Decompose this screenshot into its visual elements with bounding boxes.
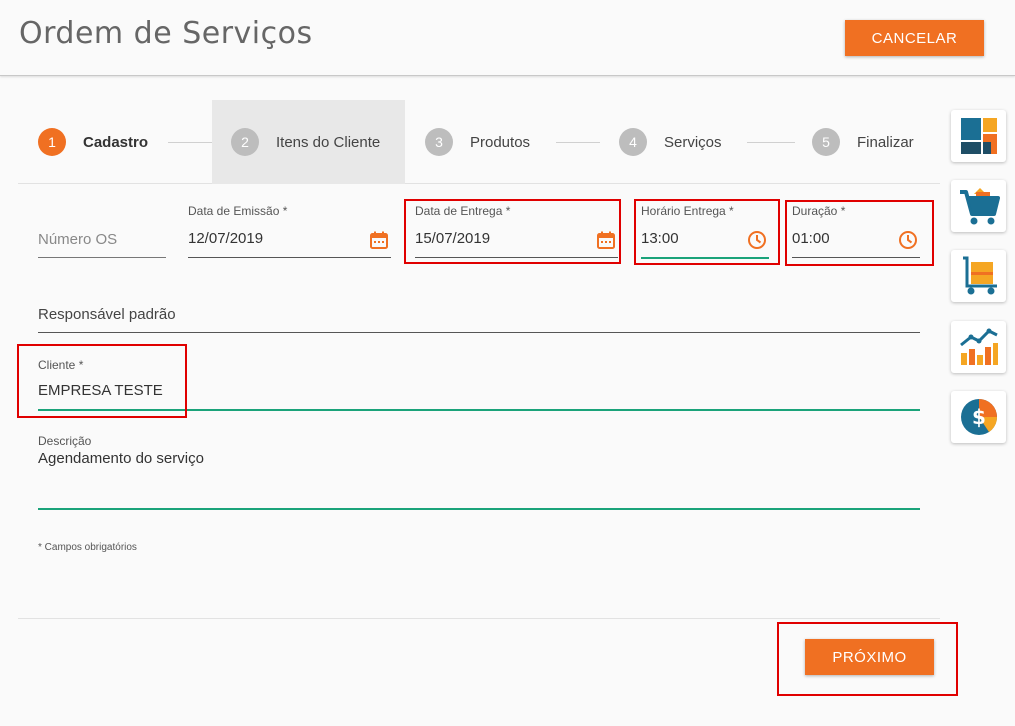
highlight-box-data-entrega: [404, 199, 621, 264]
step-label: Itens do Cliente: [276, 133, 381, 151]
highlight-box-proximo: [777, 622, 958, 696]
stepper: 1 Cadastro 2 Itens do Cliente 3 Produtos…: [18, 100, 940, 184]
page-title: Ordem de Serviços: [19, 16, 313, 51]
page-header: Ordem de Serviços CANCELAR: [0, 0, 1015, 76]
shopping-cart-icon: [959, 188, 1000, 225]
step-connector: [556, 142, 600, 143]
responsavel-placeholder: Responsável padrão: [38, 306, 176, 323]
field-underline: [38, 332, 920, 333]
data-emissao-field[interactable]: Data de Emissão * 12/07/2019: [188, 204, 391, 258]
step-connector: [747, 142, 795, 143]
finance-button[interactable]: $: [951, 391, 1006, 443]
numero-os-field[interactable]: Número OS: [38, 204, 166, 258]
step-number: 1: [38, 128, 66, 156]
step-label: Finalizar: [857, 133, 914, 151]
step-label: Serviços: [664, 133, 722, 151]
field-underline: [38, 257, 166, 258]
finance-icon: $: [960, 399, 997, 435]
step-number: 5: [812, 128, 840, 156]
step-cadastro[interactable]: 1 Cadastro: [38, 100, 148, 184]
required-fields-note: * Campos obrigatórios: [38, 542, 137, 553]
step-label: Produtos: [470, 133, 531, 151]
calendar-icon[interactable]: [369, 230, 389, 250]
sales-cart-button[interactable]: [951, 180, 1006, 232]
field-label: Data de Emissão *: [188, 204, 288, 218]
step-label: Cadastro: [83, 133, 149, 151]
step-number: 2: [231, 128, 259, 156]
field-underline-focused: [38, 508, 920, 510]
products-button[interactable]: [951, 250, 1006, 302]
footer-divider: [18, 618, 940, 619]
step-servicos[interactable]: 4 Serviços: [619, 100, 722, 184]
box-cart-icon: [962, 256, 997, 295]
descricao-field[interactable]: Descrição Agendamento do serviço: [38, 434, 920, 511]
highlight-box-horario: [634, 199, 780, 265]
field-label: Descrição: [38, 434, 92, 448]
dashboard-icon: [960, 118, 997, 154]
highlight-box-cliente: [17, 344, 187, 418]
step-number: 3: [425, 128, 453, 156]
numero-os-placeholder: Número OS: [38, 231, 118, 248]
field-value: Agendamento do serviço: [38, 450, 204, 467]
dashboard-button[interactable]: [951, 110, 1006, 162]
responsavel-field[interactable]: Responsável padrão: [38, 300, 920, 333]
step-produtos[interactable]: 3 Produtos: [425, 100, 530, 184]
step-finalizar[interactable]: 5 Finalizar: [812, 100, 914, 184]
step-connector: [168, 142, 212, 143]
reports-button[interactable]: [951, 321, 1006, 373]
field-value: 12/07/2019: [188, 230, 264, 247]
step-number: 4: [619, 128, 647, 156]
step-itens-do-cliente[interactable]: 2 Itens do Cliente: [212, 100, 405, 184]
field-underline: [188, 257, 391, 258]
svg-text:$: $: [972, 405, 986, 429]
cancel-button[interactable]: CANCELAR: [845, 20, 984, 56]
highlight-box-duracao: [785, 200, 934, 266]
chart-icon: [959, 328, 998, 365]
